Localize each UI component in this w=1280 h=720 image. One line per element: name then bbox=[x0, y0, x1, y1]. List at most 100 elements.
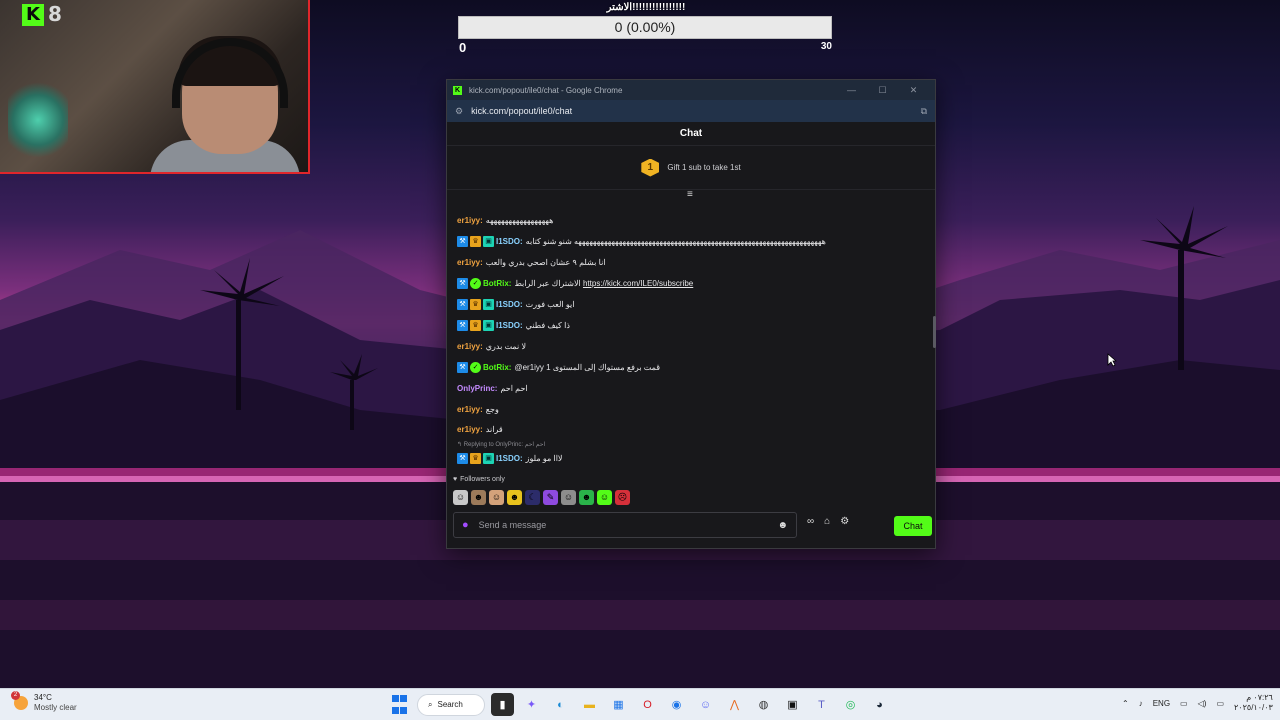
steam-icon[interactable]: ◕ bbox=[868, 693, 891, 716]
app-icon[interactable]: ⋀ bbox=[723, 693, 746, 716]
emote-icon[interactable]: ✎ bbox=[543, 490, 558, 505]
subscriber-badge-icon: ▣ bbox=[483, 452, 494, 464]
chat-username[interactable]: OnlyPrinc: bbox=[457, 384, 497, 393]
weather-widget[interactable]: 2 34°C Mostly clear bbox=[11, 691, 77, 713]
task-view-icon[interactable]: ▮ bbox=[491, 693, 514, 716]
chat-message: ⚒ ♛ ▣ I1SDO: ايو العب فورت bbox=[457, 296, 574, 312]
moderator-badge-icon: ⚒ bbox=[457, 235, 468, 247]
search-icon: ⌕ bbox=[428, 699, 433, 709]
site-info-icon[interactable]: ⚙ bbox=[455, 106, 463, 117]
infinity-icon[interactable]: ∞ bbox=[807, 516, 814, 527]
chat-username[interactable]: er1iyy: bbox=[457, 258, 483, 267]
clock[interactable]: ٠٧:٢٦ م ٢٠٢٥/١٠/٠٣ bbox=[1234, 693, 1273, 713]
chat-username[interactable]: I1SDO: bbox=[496, 237, 523, 246]
mic-icon[interactable]: ● bbox=[462, 519, 469, 531]
edge-icon[interactable]: ◐ bbox=[549, 693, 572, 716]
collapse-pinned-icon[interactable]: ≡ bbox=[687, 190, 697, 200]
chat-text: احم احم bbox=[500, 383, 528, 393]
verified-badge-icon: ✓ bbox=[470, 361, 481, 373]
chrome-icon[interactable]: ◉ bbox=[665, 693, 688, 716]
volume-icon[interactable]: ◁) bbox=[1198, 699, 1207, 708]
crown-badge-icon: ♛ bbox=[470, 298, 481, 310]
store-icon[interactable]: ▦ bbox=[607, 693, 630, 716]
chat-message: er1iyy: هههههههههههههههههه bbox=[457, 212, 553, 228]
chat-username[interactable]: I1SDO: bbox=[496, 454, 523, 463]
epic-games-icon[interactable]: ▣ bbox=[781, 693, 804, 716]
chevron-up-icon[interactable]: ⌃ bbox=[1122, 699, 1129, 708]
emote-icon[interactable]: ☻ bbox=[471, 490, 486, 505]
emote-icon[interactable]: ☺ bbox=[561, 490, 576, 505]
emote-icon[interactable]: ☺ bbox=[597, 490, 612, 505]
teams-icon[interactable]: T bbox=[810, 693, 833, 716]
discord-icon[interactable]: ☺ bbox=[694, 693, 717, 716]
obs-icon[interactable]: ◍ bbox=[752, 693, 775, 716]
poll-title: الاشتر!!!!!!!!!!!!!!!! bbox=[606, 2, 686, 13]
subscribe-link[interactable]: https://kick.com/ILE0/subscribe bbox=[583, 279, 693, 288]
network-icon[interactable]: ▭ bbox=[1180, 699, 1188, 708]
chat-message: ⚒ ♛ ▣ I1SDO: لااا مو ملوز bbox=[457, 450, 562, 466]
url-text[interactable]: kick.com/popout/ile0/chat bbox=[471, 106, 920, 116]
battery-icon[interactable]: ▭ bbox=[1216, 699, 1224, 708]
emote-icon[interactable]: ☾ bbox=[525, 490, 540, 505]
chat-username[interactable]: er1iyy: bbox=[457, 216, 483, 225]
chat-message: er1iyy: قراند bbox=[457, 421, 503, 437]
clock-time: ٠٧:٢٦ م bbox=[1246, 693, 1273, 702]
file-explorer-icon[interactable]: ▬ bbox=[578, 693, 601, 716]
chat-username[interactable]: er1iyy: bbox=[457, 425, 483, 434]
subscriber-badge-icon: ▣ bbox=[483, 298, 494, 310]
close-button[interactable]: ✕ bbox=[898, 85, 929, 96]
taskbar-search[interactable]: ⌕ Search bbox=[417, 693, 485, 716]
moderator-badge-icon: ⚒ bbox=[457, 277, 468, 289]
chat-scrollbar[interactable] bbox=[933, 316, 936, 348]
window-titlebar[interactable]: K kick.com/popout/ile0/chat - Google Chr… bbox=[447, 80, 935, 100]
windows-start-icon[interactable] bbox=[388, 693, 411, 716]
gift-leaderboard-bar[interactable]: 1 Gift 1 sub to take 1st bbox=[447, 146, 935, 190]
address-bar[interactable]: ⚙ kick.com/popout/ile0/chat ⧉ bbox=[447, 100, 935, 122]
chrome-popup-window: K kick.com/popout/ile0/chat - Google Chr… bbox=[446, 79, 936, 549]
chat-text: هههههههههههههههههههههههههههههههههههههههه… bbox=[525, 236, 826, 246]
taskbar: 2 34°C Mostly clear ⌕ Search ▮ ✦ ◐ ▬ ▦ O… bbox=[0, 688, 1280, 720]
chat-text: انا بشلم ٩ عشان اصحي بدري والعب bbox=[485, 257, 606, 267]
emote-icon[interactable]: ☻ bbox=[507, 490, 522, 505]
poll-progress-bar: 0 (0.00%) bbox=[458, 16, 832, 39]
message-composer[interactable]: ● ☻ bbox=[453, 512, 797, 538]
chat-username[interactable]: I1SDO: bbox=[496, 321, 523, 330]
moderator-badge-icon: ⚒ bbox=[457, 361, 468, 373]
chat-text: ذا كيف فطني bbox=[525, 320, 570, 330]
reply-hint: ↰ Replying to OnlyPrinc: احم احم bbox=[457, 442, 546, 448]
opera-icon[interactable]: O bbox=[636, 693, 659, 716]
store-icon[interactable]: ⌂ bbox=[824, 516, 830, 527]
chat-username[interactable]: BotRix: bbox=[483, 279, 511, 288]
copilot-icon[interactable]: ✦ bbox=[520, 693, 543, 716]
viewer-count: 8 bbox=[48, 2, 62, 26]
maximize-button[interactable]: ☐ bbox=[867, 85, 898, 96]
translate-icon[interactable]: ⧉ bbox=[921, 106, 927, 117]
moderator-badge-icon: ⚒ bbox=[457, 298, 468, 310]
chat-username[interactable]: I1SDO: bbox=[496, 300, 523, 309]
chat-messages: er1iyy: هههههههههههههههههه ⚒ ♛ ▣ I1SDO: … bbox=[447, 202, 935, 470]
emoji-icon[interactable]: ☻ bbox=[777, 520, 788, 531]
chat-username[interactable]: er1iyy: bbox=[457, 342, 483, 351]
chat-message: er1iyy: لا نمت بدري bbox=[457, 338, 526, 354]
moderator-badge-icon: ⚒ bbox=[457, 319, 468, 331]
chat-send-button[interactable]: Chat bbox=[894, 516, 932, 536]
chat-text: ايو العب فورت bbox=[525, 299, 575, 309]
emote-icon[interactable]: ☹ bbox=[615, 490, 630, 505]
settings-gear-icon[interactable]: ⚙ bbox=[840, 516, 849, 527]
spotify-icon[interactable]: ◎ bbox=[839, 693, 862, 716]
chat-username[interactable]: BotRix: bbox=[483, 363, 511, 372]
chat-text: لا نمت بدري bbox=[485, 341, 527, 351]
emote-icon[interactable]: ☻ bbox=[579, 490, 594, 505]
subscriber-badge-icon: ▣ bbox=[483, 235, 494, 247]
gift-rank-badge: 1 bbox=[641, 158, 660, 177]
message-input[interactable] bbox=[478, 520, 778, 530]
microphone-icon[interactable]: ♪ bbox=[1139, 699, 1143, 708]
chat-username[interactable]: er1iyy: bbox=[457, 405, 483, 414]
minimize-button[interactable]: — bbox=[836, 85, 867, 95]
emote-bar: ☺ ☻ ☺ ☻ ☾ ✎ ☺ ☻ ☺ ☹ bbox=[453, 490, 630, 505]
subscriber-badge-icon: ▣ bbox=[483, 319, 494, 331]
language-indicator[interactable]: ENG bbox=[1153, 699, 1170, 708]
emote-icon[interactable]: ☺ bbox=[453, 490, 468, 505]
chat-message: ⚒ ♛ ▣ I1SDO: ههههههههههههههههههههههههههه… bbox=[457, 233, 826, 249]
emote-icon[interactable]: ☺ bbox=[489, 490, 504, 505]
